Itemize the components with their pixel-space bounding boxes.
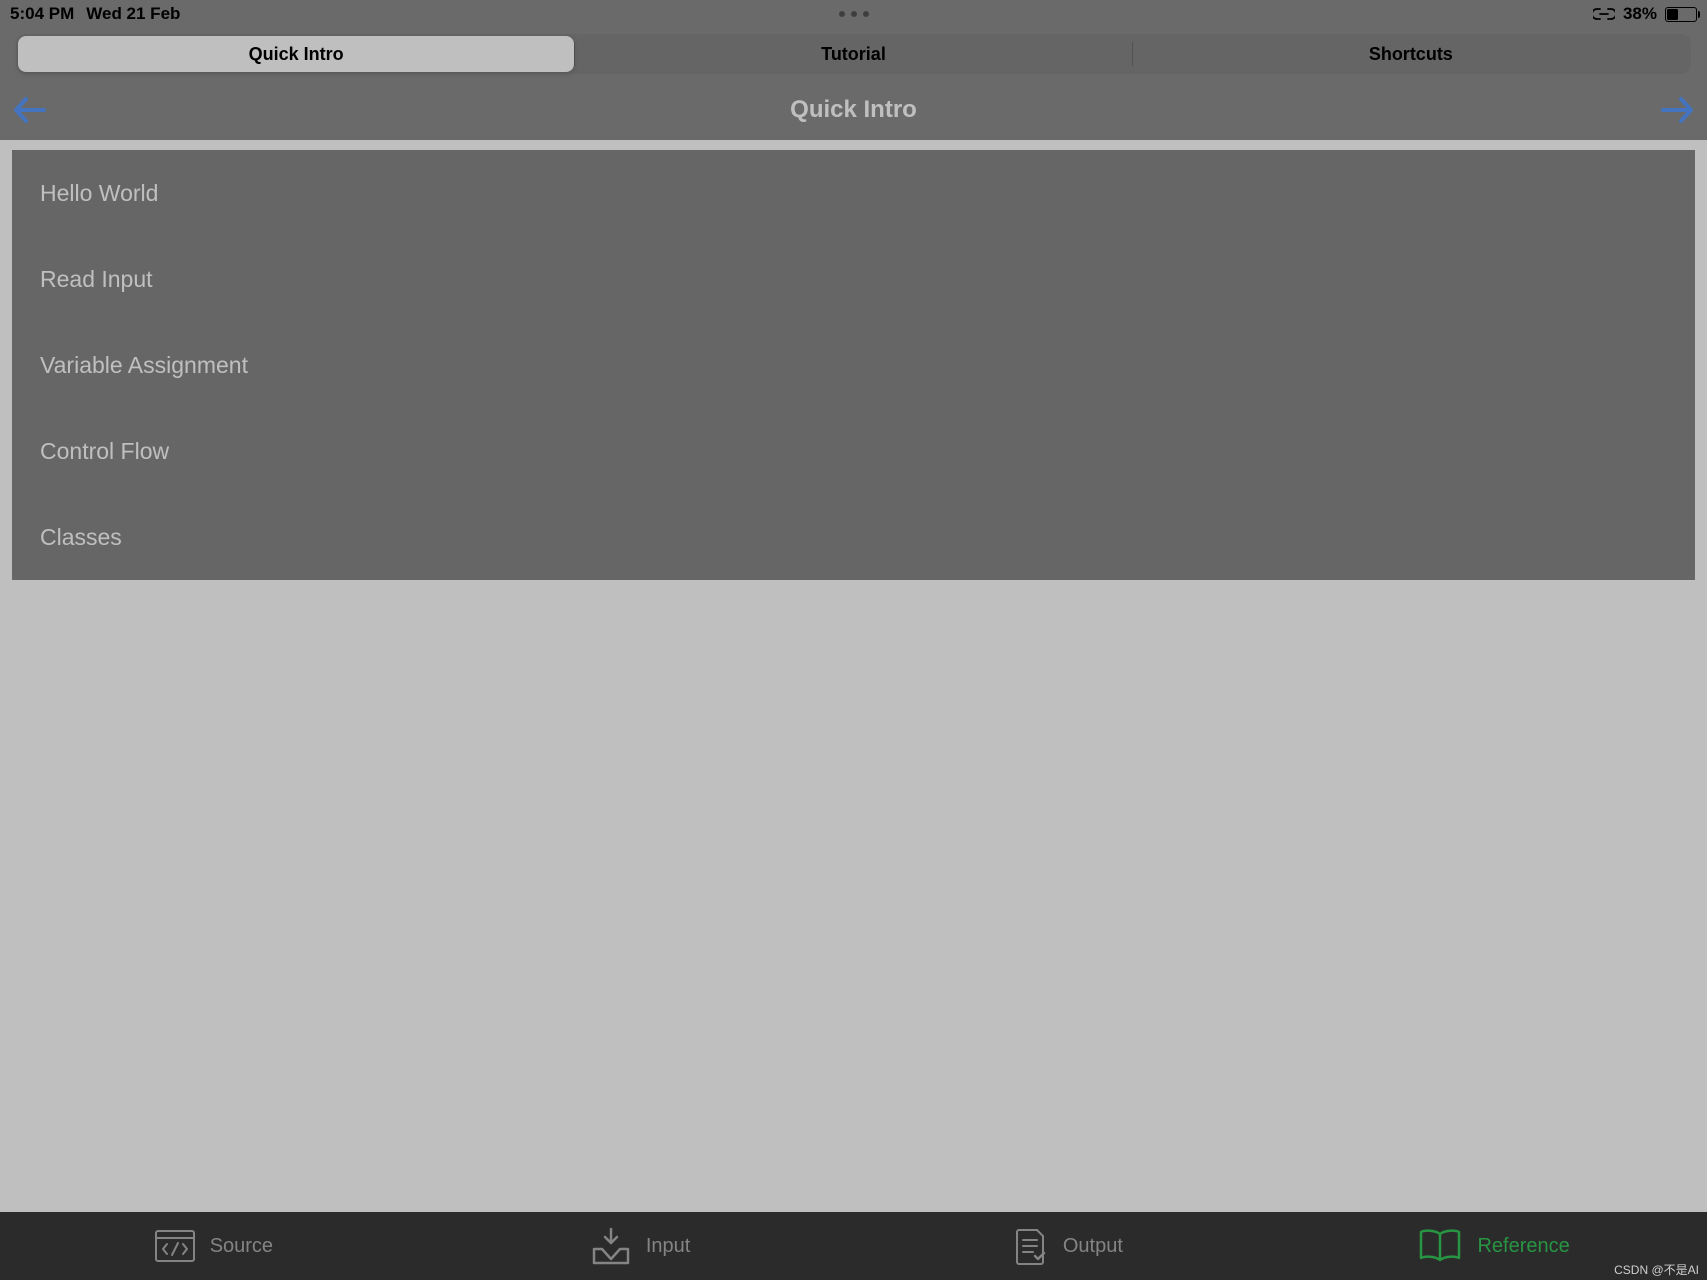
tab-label: Source [210, 1235, 273, 1258]
tab-quick-intro[interactable]: Quick Intro [18, 36, 574, 72]
battery-percent: 38% [1623, 4, 1657, 24]
book-icon [1417, 1228, 1463, 1264]
list-item-variable-assignment[interactable]: Variable Assignment [12, 322, 1695, 408]
back-button[interactable] [12, 95, 46, 125]
list-item-label: Hello World [40, 180, 158, 207]
bottom-tab-bar: Source Input Output Reference [0, 1212, 1707, 1280]
page-title: Quick Intro [790, 96, 917, 124]
segmented-bar: Quick Intro Tutorial Shortcuts [0, 28, 1707, 80]
tab-reference[interactable]: Reference [1280, 1228, 1707, 1264]
status-left: 5:04 PM Wed 21 Feb [10, 4, 180, 24]
list-item-classes[interactable]: Classes [12, 494, 1695, 580]
dot-icon [839, 11, 845, 17]
arrow-right-icon [1661, 95, 1695, 125]
status-time: 5:04 PM [10, 4, 74, 24]
nav-bar: Quick Intro [0, 80, 1707, 140]
status-date: Wed 21 Feb [86, 4, 180, 24]
watermark: CSDN @不是AI [1614, 1261, 1699, 1278]
segment-label: Quick Intro [249, 44, 344, 65]
list-item-label: Read Input [40, 266, 153, 293]
list-item-label: Classes [40, 524, 122, 551]
output-icon [1011, 1226, 1049, 1266]
input-icon [590, 1227, 632, 1265]
tab-shortcuts[interactable]: Shortcuts [1133, 36, 1689, 72]
segment-label: Shortcuts [1369, 44, 1453, 65]
status-right: 38% [1593, 4, 1697, 24]
dot-icon [863, 11, 869, 17]
tab-output[interactable]: Output [854, 1226, 1281, 1266]
multitask-dots[interactable] [839, 11, 869, 17]
tab-input[interactable]: Input [427, 1227, 854, 1265]
list-item-label: Control Flow [40, 438, 169, 465]
tab-label: Input [646, 1235, 690, 1258]
tab-tutorial[interactable]: Tutorial [575, 36, 1131, 72]
forward-button[interactable] [1661, 95, 1695, 125]
tab-label: Output [1063, 1235, 1123, 1258]
vpn-link-icon [1593, 8, 1615, 20]
list-item-hello-world[interactable]: Hello World [12, 150, 1695, 236]
tab-source[interactable]: Source [0, 1229, 427, 1263]
arrow-left-icon [12, 95, 46, 125]
segment-label: Tutorial [821, 44, 886, 65]
gap [0, 140, 1707, 150]
battery-icon [1665, 7, 1697, 22]
dot-icon [851, 11, 857, 17]
topic-list: Hello World Read Input Variable Assignme… [12, 150, 1695, 580]
status-bar: 5:04 PM Wed 21 Feb 38% [0, 0, 1707, 28]
segmented-control: Quick Intro Tutorial Shortcuts [16, 34, 1691, 74]
list-item-label: Variable Assignment [40, 352, 248, 379]
list-item-read-input[interactable]: Read Input [12, 236, 1695, 322]
code-icon [154, 1229, 196, 1263]
tab-label: Reference [1477, 1235, 1569, 1258]
list-item-control-flow[interactable]: Control Flow [12, 408, 1695, 494]
